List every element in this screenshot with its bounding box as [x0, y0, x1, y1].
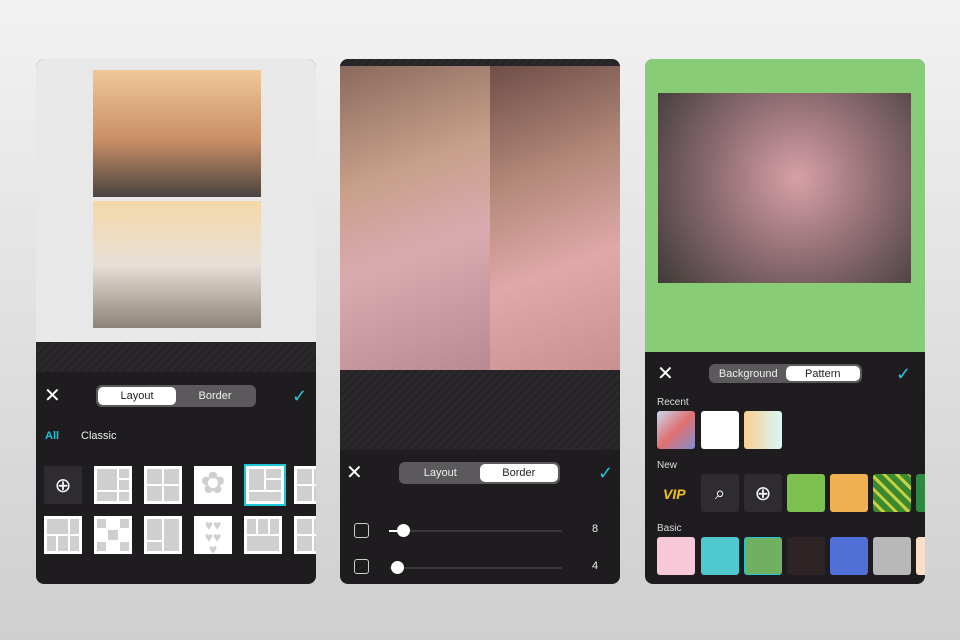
basic-swatch-pink[interactable] — [657, 537, 695, 575]
slider-thumb[interactable] — [391, 561, 404, 574]
outer-border-value: 8 — [592, 523, 599, 535]
collage-photo-right[interactable] — [490, 66, 620, 370]
section-new: New — [657, 460, 678, 471]
tab-switcher: Background Pattern — [709, 364, 862, 383]
inner-border-icon — [354, 559, 369, 574]
basic-swatch-green[interactable] — [744, 537, 782, 575]
pattern-swatch-sheep-orange[interactable] — [830, 474, 868, 512]
layout-tile-checker[interactable] — [94, 516, 132, 554]
canvas-background — [645, 59, 925, 352]
tab-background[interactable]: Background — [711, 366, 786, 381]
phone-layout-screen: ✕ Layout Border ✓ All Classic ⊕ ✿ ♥♥ ♥♥ ♥ — [36, 59, 316, 584]
close-icon[interactable]: ✕ — [346, 463, 363, 483]
layout-tile[interactable] — [44, 516, 82, 554]
phone-pattern-screen: ✕ Background Pattern ✓ Recent New VIP ⌕ … — [645, 59, 925, 584]
tab-layout[interactable]: Layout — [98, 387, 176, 405]
search-icon[interactable]: ⌕ — [701, 474, 739, 512]
basic-swatch[interactable] — [916, 537, 925, 575]
check-icon[interactable]: ✓ — [598, 463, 613, 483]
layout-tile-heart[interactable] — [144, 466, 182, 504]
recent-swatch-white[interactable] — [701, 411, 739, 449]
collage-photo-bottom[interactable] — [93, 201, 261, 328]
outer-border-slider[interactable] — [389, 524, 562, 537]
layout-tile-hearts[interactable]: ♥♥ ♥♥ ♥ — [194, 516, 232, 556]
filter-all[interactable]: All — [45, 430, 59, 442]
layout-tile-flower[interactable]: ✿ — [194, 466, 232, 504]
tab-border[interactable]: Border — [479, 464, 558, 482]
tab-switcher: Layout Border — [399, 462, 560, 484]
section-recent: Recent — [657, 397, 689, 408]
layout-tile[interactable] — [294, 466, 316, 504]
slider-thumb[interactable] — [397, 524, 410, 537]
close-icon[interactable]: ✕ — [44, 386, 61, 406]
basic-swatch-blue[interactable] — [830, 537, 868, 575]
collage-canvas — [36, 59, 316, 342]
tab-pattern[interactable]: Pattern — [785, 366, 860, 381]
layout-tile[interactable] — [244, 516, 282, 554]
inner-border-value: 4 — [592, 560, 599, 572]
canvas-photo[interactable] — [658, 93, 911, 283]
tab-switcher: Layout Border — [96, 385, 256, 407]
divider-band — [36, 342, 316, 372]
recent-swatch-gradient[interactable] — [744, 411, 782, 449]
phone-border-screen: ✕ Layout Border ✓ 8 4 — [340, 59, 620, 584]
pattern-swatch-sheep-green[interactable] — [787, 474, 825, 512]
plus-circle-icon[interactable]: ⊕ — [744, 474, 782, 512]
basic-swatch-dark[interactable] — [787, 537, 825, 575]
inner-border-slider[interactable] — [389, 561, 562, 574]
basic-swatch-gray[interactable] — [873, 537, 911, 575]
basic-swatch-cyan[interactable] — [701, 537, 739, 575]
layout-tile[interactable] — [294, 516, 316, 554]
collage-photo-top[interactable] — [93, 70, 261, 197]
section-basic: Basic — [657, 523, 682, 534]
vip-badge[interactable]: VIP — [663, 486, 686, 502]
filter-classic[interactable]: Classic — [81, 430, 116, 442]
plus-circle-icon[interactable]: ⊕ — [44, 466, 82, 504]
pattern-swatch[interactable] — [916, 474, 925, 512]
tab-layout[interactable]: Layout — [401, 464, 480, 482]
tab-border[interactable]: Border — [176, 387, 254, 405]
collage-photo-left[interactable] — [340, 66, 490, 370]
layout-tile[interactable] — [94, 466, 132, 504]
recent-swatch[interactable] — [657, 411, 695, 449]
outer-border-icon — [354, 523, 369, 538]
check-icon[interactable]: ✓ — [292, 386, 307, 406]
check-icon[interactable]: ✓ — [896, 364, 911, 384]
pattern-swatch-diamond[interactable] — [873, 474, 911, 512]
layout-tile-selected[interactable] — [244, 464, 286, 506]
layout-tile[interactable] — [144, 516, 182, 554]
close-icon[interactable]: ✕ — [657, 364, 674, 384]
